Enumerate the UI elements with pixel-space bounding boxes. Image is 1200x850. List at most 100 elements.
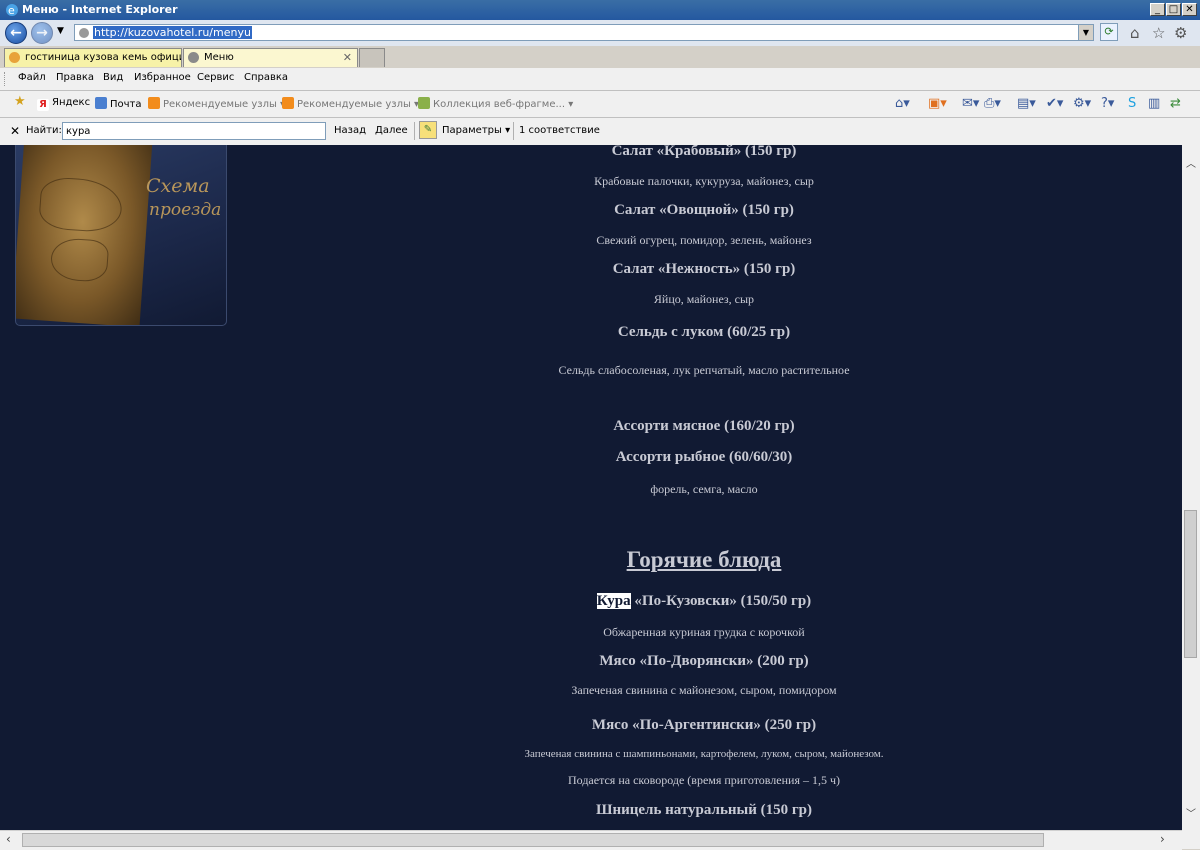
tab-strip: гостиница кузова кемь офици... Меню ✕: [0, 46, 1200, 68]
rss-icon: [148, 97, 160, 109]
vertical-scrollbar[interactable]: ︿ ﹀: [1182, 145, 1200, 830]
page-content: Схема проезда Салат «Крабовый» (150 гр) …: [0, 145, 1182, 830]
minimize-button[interactable]: _: [1150, 3, 1165, 16]
dish-name: Салат «Овощной» (150 гр): [614, 202, 794, 218]
new-tab-button[interactable]: [359, 48, 385, 67]
find-options-button[interactable]: Параметры ▾: [442, 125, 510, 136]
page-icon[interactable]: ▤▾: [1017, 96, 1036, 111]
tools-gear-icon[interactable]: ⚙: [1174, 24, 1187, 42]
menu-favorites[interactable]: Избранное: [134, 72, 191, 83]
address-dropdown-button[interactable]: ▼: [1078, 25, 1093, 40]
dish-description: форель, семга, масло: [650, 482, 758, 496]
yandex-icon: Я: [37, 99, 49, 111]
menu-tools[interactable]: Сервис: [197, 72, 234, 83]
directions-map-link[interactable]: Схема проезда: [15, 145, 227, 326]
forward-button[interactable]: →: [31, 22, 53, 44]
fav-label: Рекомендуемые узлы: [297, 99, 411, 110]
maximize-button[interactable]: □: [1166, 3, 1181, 16]
separator: [414, 122, 415, 140]
tab-favicon: [9, 52, 20, 63]
scroll-up-icon[interactable]: ︿: [1186, 155, 1196, 170]
svg-text:e: e: [8, 4, 15, 17]
close-window-button[interactable]: ✕: [1182, 3, 1197, 16]
dish-name: Кура «По-Кузовски» (150/50 гр): [226, 593, 1182, 610]
tab-hotel-search[interactable]: гостиница кузова кемь офици...: [4, 48, 182, 67]
refresh-button[interactable]: ⟳: [1100, 23, 1118, 41]
favorites-star-icon[interactable]: ★: [14, 94, 26, 109]
dish-name-rest: «По-Кузовски» (150/50 гр): [630, 593, 812, 609]
fav-label: Почта: [110, 99, 142, 110]
map-caption-line2: проезда: [149, 200, 222, 220]
scroll-right-icon[interactable]: ›: [1160, 832, 1165, 846]
address-url: http://kuzovahotel.ru/menyu: [93, 26, 252, 39]
search-highlight: Кура: [596, 593, 631, 609]
find-bar: ✕ Найти: Назад Далее ✎ Параметры ▾ 1 соо…: [0, 118, 1200, 146]
horizontal-scrollbar[interactable]: ‹ ›: [0, 830, 1182, 850]
tab-label: гостиница кузова кемь офици...: [25, 52, 182, 63]
dish-name: Сельдь с луком (60/25 гр): [617, 324, 791, 340]
find-label: Найти:: [26, 125, 62, 136]
tab-close-icon[interactable]: ✕: [343, 49, 352, 66]
ie-logo-icon: e: [6, 4, 18, 17]
find-next-button[interactable]: Далее: [375, 125, 408, 136]
section-heading-hot-dishes: Горячие блюда: [626, 547, 782, 572]
fav-suggested-2[interactable]: Рекомендуемые узлы ▾: [282, 97, 419, 110]
dish-description: Подается на сковороде (время приготовлен…: [568, 773, 840, 787]
fav-suggested-1[interactable]: Рекомендуемые узлы ▾: [148, 97, 285, 110]
dish-name: Шницель натуральный (150 гр): [595, 802, 813, 818]
fav-mail[interactable]: Почта: [95, 97, 142, 110]
find-input[interactable]: [62, 122, 326, 140]
vertical-scroll-thumb[interactable]: [1184, 510, 1197, 658]
find-previous-button[interactable]: Назад: [334, 125, 366, 136]
dish-description: Запеченая свинина с шампиньонами, картоф…: [524, 748, 884, 760]
highlight-icon[interactable]: ✎: [419, 121, 437, 139]
tab-menu[interactable]: Меню ✕: [183, 48, 358, 67]
dish-name: Мясо «По-Дворянски» (200 гр): [599, 653, 809, 669]
home-icon[interactable]: ⌂: [1130, 24, 1140, 42]
tab-favicon: [188, 52, 199, 63]
history-dropdown-icon[interactable]: ▼: [57, 26, 64, 36]
help-icon[interactable]: ?▾: [1101, 96, 1114, 111]
window-title: Меню - Internet Explorer: [22, 3, 178, 16]
horizontal-scroll-thumb[interactable]: [22, 833, 1044, 847]
mail-icon: [95, 97, 107, 109]
dish-description: Обжаренная куриная грудка с корочкой: [603, 625, 805, 639]
options-label: Параметры: [442, 125, 502, 136]
dish-name: Салат «Нежность» (150 гр): [612, 261, 796, 277]
mail-tool-icon[interactable]: ✉▾: [962, 96, 979, 111]
feeds-icon[interactable]: ▣▾: [928, 96, 947, 111]
map-caption-line1: Схема: [146, 175, 210, 197]
translate-icon[interactable]: ⇄: [1170, 96, 1181, 111]
scroll-left-icon[interactable]: ‹: [6, 832, 11, 846]
dish-description: Крабовые палочки, кукуруза, майонез, сыр: [594, 174, 814, 188]
menu-bar: Файл Правка Вид Избранное Сервис Справка: [0, 68, 1200, 91]
favorites-star-icon[interactable]: ☆: [1152, 24, 1165, 42]
home-icon[interactable]: ⌂▾: [895, 96, 910, 111]
fav-label: Рекомендуемые узлы: [163, 99, 277, 110]
tools-icon[interactable]: ⚙▾: [1073, 96, 1091, 111]
address-input[interactable]: http://kuzovahotel.ru/menyu ▼: [74, 24, 1094, 41]
page-icon: [79, 28, 89, 38]
webslice-icon: [418, 97, 430, 109]
close-find-icon[interactable]: ✕: [10, 124, 20, 138]
dish-name: Мясо «По-Аргентински» (250 гр): [591, 717, 817, 733]
skype-icon[interactable]: S: [1128, 96, 1136, 111]
dish-name: Салат «Крабовый» (150 гр): [611, 145, 797, 159]
toolbar-grip: [4, 72, 8, 86]
fav-yandex[interactable]: Я Яндекс: [37, 97, 90, 111]
address-toolbar: ← → ▼ http://kuzovahotel.ru/menyu ▼ ⟳ ⌂ …: [0, 20, 1200, 47]
research-icon[interactable]: ▥: [1148, 96, 1160, 111]
menu-file[interactable]: Файл: [18, 72, 46, 83]
fav-webslice-gallery[interactable]: Коллекция веб-фрагме... ▾: [418, 97, 573, 110]
menu-help[interactable]: Справка: [244, 72, 288, 83]
safety-icon[interactable]: ✔▾: [1046, 96, 1063, 111]
separator: [513, 122, 514, 140]
menu-edit[interactable]: Правка: [56, 72, 94, 83]
print-icon[interactable]: ⎙▾: [984, 96, 1001, 111]
dish-name: Ассорти рыбное (60/60/30): [615, 449, 793, 465]
scroll-down-icon[interactable]: ﹀: [1186, 805, 1196, 820]
dish-description: Запеченая свинина с майонезом, сыром, по…: [571, 683, 837, 697]
back-button[interactable]: ←: [5, 22, 27, 44]
favorites-bar: ★ Я Яндекс Почта Рекомендуемые узлы ▾ Рек…: [0, 91, 1200, 118]
menu-view[interactable]: Вид: [103, 72, 123, 83]
